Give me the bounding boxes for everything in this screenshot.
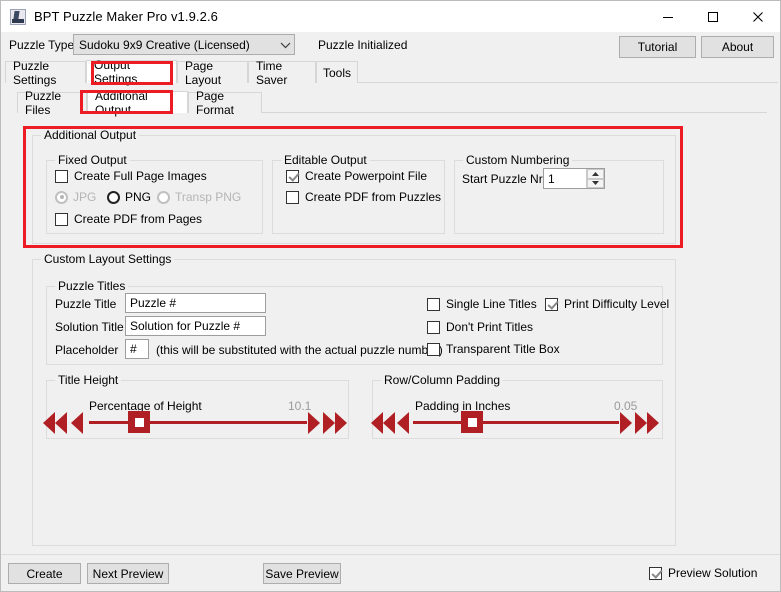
checkbox-print-difficulty-level[interactable]: Print Difficulty Level: [545, 297, 669, 311]
save-preview-button[interactable]: Save Preview: [263, 563, 341, 584]
checkbox-create-pdf-from-puzzles[interactable]: Create PDF from Puzzles: [286, 190, 441, 204]
row-column-padding-fast-left-icon[interactable]: [370, 411, 396, 438]
checkbox-transparent-title-box[interactable]: Transparent Title Box: [427, 342, 560, 356]
editable-output-legend: Editable Output: [281, 153, 370, 167]
puzzle-type-value: Sudoku 9x9 Creative (Licensed): [74, 38, 276, 52]
additional-output-legend: Additional Output: [41, 128, 139, 142]
tab-page-format[interactable]: Page Format: [188, 92, 262, 113]
solution-title-label: Solution Title: [55, 320, 124, 334]
tab-puzzle-files[interactable]: Puzzle Files: [17, 92, 87, 113]
checkbox-label: Transparent Title Box: [446, 342, 560, 356]
checkbox-dont-print-titles[interactable]: Don't Print Titles: [427, 320, 533, 334]
custom-layout-settings-legend: Custom Layout Settings: [41, 252, 174, 266]
checkbox-box: [286, 170, 299, 183]
title-height-fast-right-icon[interactable]: [322, 411, 348, 438]
checkbox-box: [286, 191, 299, 204]
checkbox-label: Create PDF from Pages: [74, 212, 202, 226]
radio-label: JPG: [73, 190, 96, 204]
radio-circle: [157, 191, 170, 204]
row-column-padding-slider-track[interactable]: [413, 421, 619, 424]
puzzle-title-input[interactable]: Puzzle #: [125, 293, 266, 313]
chevron-down-icon: [276, 41, 294, 49]
fixed-output-legend: Fixed Output: [55, 153, 130, 167]
tab-time-saver[interactable]: Time Saver: [248, 61, 316, 83]
custom-numbering-legend: Custom Numbering: [463, 153, 572, 167]
puzzle-type-dropdown[interactable]: Sudoku 9x9 Creative (Licensed): [73, 34, 295, 55]
window-title: BPT Puzzle Maker Pro v1.9.2.6: [34, 9, 218, 24]
about-button[interactable]: About: [701, 36, 774, 58]
placeholder-input[interactable]: #: [125, 339, 149, 359]
checkbox-box: [427, 298, 440, 311]
title-bar: BPT Puzzle Maker Pro v1.9.2.6: [1, 1, 780, 32]
radio-label: PNG: [125, 190, 151, 204]
checkbox-label: Print Difficulty Level: [564, 297, 669, 311]
checkbox-preview-solution[interactable]: Preview Solution: [649, 566, 757, 580]
close-icon[interactable]: [735, 1, 780, 32]
title-height-step-left-icon[interactable]: [70, 411, 84, 438]
radio-png[interactable]: PNG: [107, 190, 151, 204]
start-puzzle-nr-stepper[interactable]: 1: [543, 168, 605, 189]
checkbox-create-pdf-from-pages[interactable]: Create PDF from Pages: [55, 212, 202, 226]
row-column-padding-step-right-icon[interactable]: [619, 411, 633, 438]
tab-puzzle-settings[interactable]: Puzzle Settings: [5, 61, 86, 83]
create-button[interactable]: Create: [8, 563, 81, 584]
tab-additional-output[interactable]: Additional Output: [87, 91, 188, 113]
placeholder-label: Placeholder: [55, 343, 118, 357]
checkbox-label: Create Full Page Images: [74, 169, 207, 183]
checkbox-box: [55, 170, 68, 183]
radio-label: Transp PNG: [175, 190, 241, 204]
title-height-slider-handle[interactable]: [128, 411, 150, 433]
stepper-arrows: [586, 169, 604, 188]
start-puzzle-nr-label: Start Puzzle Nr:: [462, 172, 546, 186]
tabs-sub: Puzzle Files Additional Output Page Form…: [17, 92, 767, 113]
placeholder-hint: (this will be substituted with the actua…: [156, 343, 443, 357]
stepper-down-icon[interactable]: [587, 179, 604, 189]
puzzle-type-label: Puzzle Type: [9, 38, 74, 52]
title-height-step-right-icon[interactable]: [307, 411, 321, 438]
checkbox-create-powerpoint-file[interactable]: Create Powerpoint File: [286, 169, 427, 183]
maximize-icon[interactable]: [690, 1, 735, 32]
title-height-legend: Title Height: [55, 373, 121, 387]
checkbox-box: [427, 321, 440, 334]
checkbox-box: [427, 343, 440, 356]
checkbox-label: Create PDF from Puzzles: [305, 190, 441, 204]
app-window: BPT Puzzle Maker Pro v1.9.2.6 Puzzle Typ…: [0, 0, 781, 592]
checkbox-label: Don't Print Titles: [446, 320, 533, 334]
radio-circle: [107, 191, 120, 204]
radio-transp-png: Transp PNG: [157, 190, 241, 204]
row-column-padding-fast-right-icon[interactable]: [634, 411, 660, 438]
puzzle-title-label: Puzzle Title: [55, 297, 116, 311]
solution-title-input[interactable]: Solution for Puzzle #: [125, 316, 266, 336]
radio-jpg: JPG: [55, 190, 96, 204]
puzzle-titles-legend: Puzzle Titles: [55, 279, 128, 293]
status-text: Puzzle Initialized: [318, 38, 407, 52]
tab-tools[interactable]: Tools: [316, 61, 358, 83]
checkbox-single-line-titles[interactable]: Single Line Titles: [427, 297, 537, 311]
tutorial-button[interactable]: Tutorial: [619, 36, 696, 58]
stepper-up-icon[interactable]: [587, 169, 604, 179]
checkbox-create-full-page-images[interactable]: Create Full Page Images: [55, 169, 207, 183]
checkbox-label: Preview Solution: [668, 566, 757, 580]
checkbox-label: Create Powerpoint File: [305, 169, 427, 183]
tab-page-layout[interactable]: Page Layout: [177, 61, 248, 83]
radio-circle: [55, 191, 68, 204]
checkbox-box: [649, 567, 662, 580]
row-column-padding-slider-handle[interactable]: [461, 411, 483, 433]
start-puzzle-nr-value: 1: [544, 169, 586, 188]
checkbox-label: Single Line Titles: [446, 297, 537, 311]
checkbox-box: [545, 298, 558, 311]
footer-bar: Create Next Preview Save Preview Preview…: [1, 554, 780, 591]
checkbox-box: [55, 213, 68, 226]
title-height-slider-track[interactable]: [89, 421, 307, 424]
title-height-fast-left-icon[interactable]: [42, 411, 68, 438]
window-controls: [645, 1, 780, 32]
next-preview-button[interactable]: Next Preview: [87, 563, 169, 584]
tabs-main: Puzzle Settings Output Settings Page Lay…: [5, 61, 778, 83]
row-column-padding-legend: Row/Column Padding: [381, 373, 503, 387]
minimize-icon[interactable]: [645, 1, 690, 32]
tab-output-settings[interactable]: Output Settings: [86, 60, 177, 83]
row-column-padding-step-left-icon[interactable]: [396, 411, 410, 438]
app-icon: [10, 9, 26, 25]
